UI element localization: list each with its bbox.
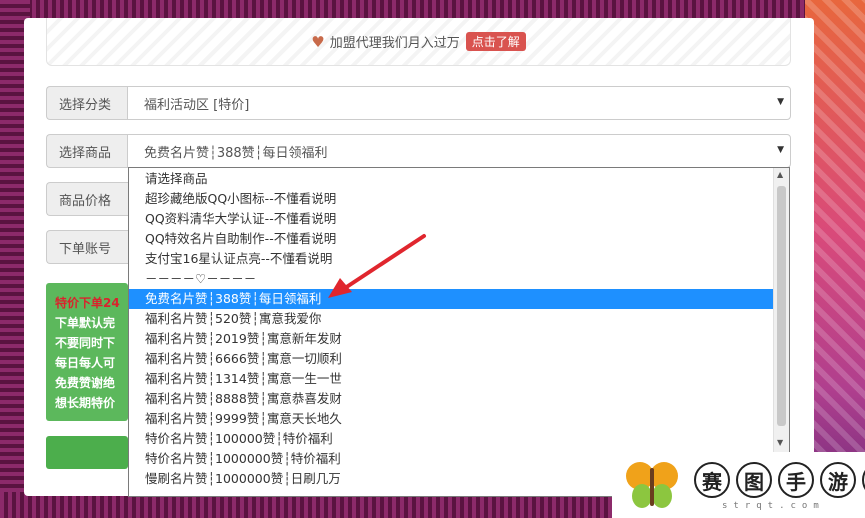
- notice-line: 想长期特价: [55, 396, 116, 410]
- dropdown-option[interactable]: 福利名片赞┆6666赞┆寓意一切顺利: [129, 349, 774, 369]
- red-arrow-annotation: [328, 234, 426, 298]
- dropdown-option[interactable]: QQ特效名片自助制作--不懂看说明: [129, 229, 774, 249]
- watermark-char: 游: [820, 462, 856, 498]
- notice-line: 免费赞谢绝: [55, 376, 116, 390]
- price-label: 商品价格: [46, 182, 128, 216]
- product-select[interactable]: 免费名片赞┆388赞┆每日领福利 ▼: [127, 134, 791, 168]
- dropdown-option[interactable]: 福利名片赞┆8888赞┆寓意恭喜发财: [129, 389, 774, 409]
- decorative-frame-top: [0, 0, 865, 20]
- watermark-char: 图: [736, 462, 772, 498]
- scroll-down-icon[interactable]: ▼: [777, 438, 783, 447]
- dropdown-option[interactable]: 福利名片赞┆2019赞┆寓意新年发财: [129, 329, 774, 349]
- notice-line: 下单默认完: [55, 316, 116, 330]
- watermark-char: 手: [778, 462, 814, 498]
- site-watermark: 赛 图 手 游 网 strqt.com: [612, 452, 865, 518]
- watermark-char: 赛: [694, 462, 730, 498]
- decorative-frame-right: [805, 0, 865, 518]
- dropdown-option[interactable]: 福利名片赞┆1314赞┆寓意一生一世: [129, 369, 774, 389]
- category-value: 福利活动区 [特价]: [144, 97, 250, 113]
- notice-line: 特价下单24: [55, 296, 120, 310]
- category-row: 选择分类 福利活动区 [特价] ▼: [46, 86, 791, 120]
- chevron-down-icon: ▼: [777, 97, 784, 107]
- learn-more-button[interactable]: 点击了解: [465, 32, 526, 51]
- account-label: 下单账号: [46, 230, 128, 264]
- dropdown-option-selected[interactable]: 免费名片赞┆388赞┆每日领福利: [129, 289, 774, 309]
- watermark-title: 赛 图 手 游 网: [694, 462, 865, 498]
- category-label: 选择分类: [46, 86, 128, 120]
- submit-button[interactable]: [46, 436, 128, 469]
- heart-icon: ♥: [311, 32, 325, 51]
- promo-text: 加盟代理我们月入过万: [329, 36, 460, 51]
- dropdown-scrollbar[interactable]: ▲ ▼: [773, 168, 789, 496]
- scroll-up-icon[interactable]: ▲: [777, 170, 783, 179]
- dropdown-option[interactable]: 福利名片赞┆520赞┆寓意我爱你: [129, 309, 774, 329]
- chevron-down-icon: ▼: [777, 145, 784, 155]
- dropdown-option[interactable]: 特价名片赞┆100000赞┆特价福利: [129, 429, 774, 449]
- product-label: 选择商品: [46, 134, 128, 168]
- dropdown-option[interactable]: 支付宝16星认证点亮--不懂看说明: [129, 249, 774, 269]
- dropdown-option[interactable]: －－－－♡－－－－: [129, 269, 774, 289]
- product-dropdown-list[interactable]: 请选择商品 超珍藏绝版QQ小图标--不懂看说明 QQ资料清华大学认证--不懂看说…: [128, 167, 790, 497]
- category-select[interactable]: 福利活动区 [特价] ▼: [127, 86, 791, 120]
- promo-banner[interactable]: ♥ 加盟代理我们月入过万 点击了解: [46, 18, 791, 66]
- product-value: 免费名片赞┆388赞┆每日领福利: [144, 145, 328, 161]
- dropdown-option[interactable]: QQ资料清华大学认证--不懂看说明: [129, 209, 774, 229]
- watermark-domain: strqt.com: [722, 501, 825, 511]
- notice-line: 不要同时下: [55, 336, 116, 350]
- notice-line: 每日每人可: [55, 356, 116, 370]
- scrollbar-thumb[interactable]: [777, 186, 786, 426]
- dropdown-option[interactable]: 福利名片赞┆9999赞┆寓意天长地久: [129, 409, 774, 429]
- dropdown-option[interactable]: 超珍藏绝版QQ小图标--不懂看说明: [129, 189, 774, 209]
- product-row: 选择商品 免费名片赞┆388赞┆每日领福利 ▼: [46, 134, 791, 168]
- dropdown-option[interactable]: 请选择商品: [129, 169, 774, 189]
- notice-box: 特价下单24 下单默认完 不要同时下 每日每人可 免费赞谢绝 想长期特价: [46, 283, 128, 421]
- butterfly-logo-icon: [626, 462, 678, 508]
